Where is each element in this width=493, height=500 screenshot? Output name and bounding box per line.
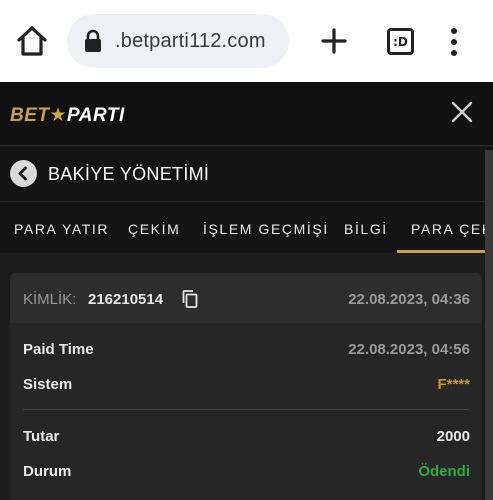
page-title: BAKİYE YÖNETİMİ: [48, 164, 210, 184]
divider: [23, 409, 469, 410]
logo-parti: PARTI: [67, 105, 125, 126]
scrollbar[interactable]: [485, 150, 493, 500]
site-header: BET★PARTI: [0, 82, 493, 146]
copy-icon[interactable]: [182, 290, 198, 308]
browser-toolbar: .betparti112.com :D: [0, 0, 493, 82]
tab-bar: PARA YATIR ÇEKİM İŞLEM GEÇMİŞİ BİLGİ PAR…: [0, 201, 493, 253]
url-text[interactable]: .betparti112.com: [115, 30, 266, 53]
id-value: 216210514: [88, 291, 164, 308]
sistem-value: F****: [437, 376, 470, 393]
tab-islem-gecmisi[interactable]: İŞLEM GEÇMİŞİ: [203, 221, 329, 237]
tab-para-cekme[interactable]: PARA ÇEKM: [411, 221, 493, 237]
close-icon[interactable]: [450, 100, 474, 124]
main-content: KİMLİK: 216210514 22.08.2023, 04:36 Paid…: [0, 253, 493, 500]
new-tab-icon[interactable]: [320, 27, 348, 55]
durum-label: Durum: [23, 463, 72, 480]
tutar-label: Tutar: [23, 428, 60, 445]
back-button[interactable]: [10, 160, 37, 187]
durum-status-badge: Ödendi: [418, 463, 470, 480]
tab-bilgi[interactable]: BİLGİ: [344, 221, 388, 237]
logo-star: ★: [49, 105, 68, 126]
logo[interactable]: BET★PARTI: [10, 104, 125, 127]
paid-time-value: 22.08.2023, 04:56: [348, 341, 470, 358]
lock-icon[interactable]: [84, 29, 102, 53]
chevron-left-icon: [18, 166, 27, 181]
tab-para-yatir[interactable]: PARA YATIR: [14, 221, 109, 237]
tutar-value: 2000: [436, 428, 470, 445]
home-icon[interactable]: [15, 25, 49, 57]
tab-switcher-label: :D: [393, 34, 408, 49]
created-date: 22.08.2023, 04:36: [348, 291, 470, 308]
logo-bet: BET: [10, 105, 50, 126]
tab-switcher-button[interactable]: :D: [387, 28, 414, 55]
id-label: KİMLİK:: [23, 291, 77, 308]
transaction-card-header: KİMLİK: 216210514 22.08.2023, 04:36: [10, 273, 482, 323]
transaction-card: KİMLİK: 216210514 22.08.2023, 04:36 Paid…: [10, 273, 482, 500]
paid-time-label: Paid Time: [23, 341, 94, 358]
section-header: BAKİYE YÖNETİMİ: [0, 147, 493, 201]
tab-cekim[interactable]: ÇEKİM: [128, 221, 180, 237]
more-menu-icon[interactable]: [446, 28, 462, 56]
sistem-label: Sistem: [23, 376, 73, 393]
